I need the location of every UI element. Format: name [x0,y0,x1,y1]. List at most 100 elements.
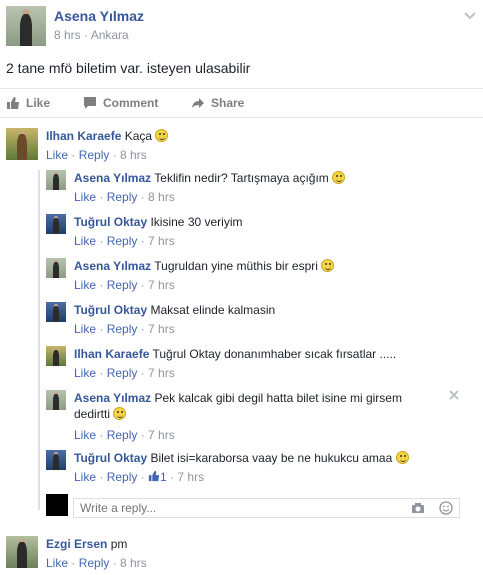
comment-text: Maksat elinde kalmasin [150,303,276,317]
comment-author[interactable]: Tuğrul Oktay [74,215,147,229]
comment-actions: Like · Reply · 7 hrs [74,366,175,380]
avatar[interactable] [6,536,38,568]
smile-emoji-icon [332,171,346,184]
comment-body: Ezgi Ersen pm [46,536,127,552]
avatar[interactable] [46,302,66,322]
reply-input[interactable] [74,499,394,517]
comment-actions: Like · Reply · 8 hrs [74,190,175,204]
comment-like-link[interactable]: Like [74,470,96,484]
comment-author[interactable]: Tuğrul Oktay [74,451,147,465]
comment-text: pm [110,537,128,551]
avatar[interactable] [46,346,66,366]
comment-time[interactable]: 7 hrs [148,366,175,380]
comment-body: Tuğrul Oktay Ikisine 30 veriyim [74,214,424,230]
camera-icon[interactable] [411,501,425,515]
comment-time[interactable]: 7 hrs [148,234,175,248]
comment-author[interactable]: Ilhan Karaefe [46,129,121,143]
comment-author[interactable]: Tuğrul Oktay [74,303,147,317]
comment-like-link[interactable]: Like [74,322,96,336]
reply-comment: Tuğrul Oktay Bilet isi=karaborsa vaay be… [46,450,426,490]
post-author[interactable]: Asena Yılmaz [54,8,144,24]
like-count: 1 [160,470,167,484]
comment-reply-link[interactable]: Reply [107,428,138,442]
post-location[interactable]: Ankara [91,28,129,42]
comment-time[interactable]: 7 hrs [177,470,204,484]
comment-time[interactable]: 8 hrs [120,556,147,570]
avatar[interactable] [46,450,66,470]
comment-like-link[interactable]: Like [74,278,96,292]
avatar [46,494,68,516]
close-icon[interactable] [448,389,460,401]
avatar[interactable] [46,258,66,278]
reply-comment: Ilhan Karaefe Tuğrul Oktay donanımhaber … [46,346,426,386]
comment-reply-link[interactable]: Reply [107,366,138,380]
post-text: 2 tane mfö biletim var. isteyen ulasabil… [6,60,251,76]
comment-body: Tuğrul Oktay Maksat elinde kalmasin [74,302,424,318]
comment-like-link[interactable]: Like [74,234,96,248]
share-button[interactable]: Share [191,96,244,110]
comment-button[interactable]: Comment [83,96,158,110]
avatar[interactable] [46,214,66,234]
comment-text-continued: dedirtti [74,407,111,421]
comment-body: Asena Yılmaz Teklifin nedir? Tartışmaya … [74,170,424,186]
comment-body: Tuğrul Oktay Bilet isi=karaborsa vaay be… [74,450,424,466]
comment-actions: Like · Reply · 7 hrs [74,322,175,336]
comment-body: Asena Yılmaz Tugruldan yine müthis bir e… [74,258,424,274]
post-header: Asena Yılmaz 8 hrs · Ankara [6,6,477,48]
comment-text: Kaça [124,129,153,143]
emoji-icon[interactable] [439,501,453,515]
comment-actions: Like · Reply · 8 hrs [46,148,147,162]
reply-comment: Asena Yılmaz Tugruldan yine müthis bir e… [46,258,426,298]
comment-reply-link[interactable]: Reply [107,234,138,248]
smile-emoji-icon [395,451,409,464]
comment-author[interactable]: Asena Yılmaz [74,171,151,185]
thread-line [38,170,40,510]
comment-author[interactable]: Ezgi Ersen [46,537,107,551]
comment-like-link[interactable]: Like [74,428,96,442]
thumbs-up-icon [148,470,160,482]
comment-time[interactable]: 8 hrs [120,148,147,162]
comment-body: Asena Yılmaz Pek kalcak gibi degil hatta… [74,390,424,422]
share-label: Share [211,96,245,110]
comment-like-link[interactable]: Like [74,190,96,204]
comment-reply-link[interactable]: Reply [107,322,138,336]
comment-like-link[interactable]: Like [46,148,68,162]
reply-comment: Tuğrul Oktay Maksat elinde kalmasin Like … [46,302,426,342]
comment-time[interactable]: 7 hrs [148,428,175,442]
comment-actions: Like · Reply · 1 · 7 hrs [74,470,205,484]
post-time[interactable]: 8 hrs [54,28,81,42]
comment-like-link[interactable]: Like [74,366,96,380]
comment: Ilhan Karaefe Kaça Like · Reply · 8 hrs [6,128,476,168]
comment-text: Bilet isi=karaborsa vaay be ne hukukcu a… [150,451,393,465]
comment-author[interactable]: Ilhan Karaefe [74,347,149,361]
post-meta: 8 hrs · Ankara [54,28,129,42]
comment-text: Ikisine 30 veriyim [150,215,243,229]
comment-reply-link[interactable]: Reply [79,556,110,570]
like-icon [7,97,19,109]
smile-emoji-icon [155,129,169,142]
avatar[interactable] [46,390,66,410]
comment-reply-link[interactable]: Reply [107,190,138,204]
meta-separator: · [80,28,91,42]
like-label: Like [26,96,51,110]
comment-like-count[interactable]: 1 [148,470,167,484]
avatar[interactable] [6,128,38,160]
comment-author[interactable]: Asena Yılmaz [74,391,151,405]
like-button[interactable]: Like [6,96,50,110]
comment-like-link[interactable]: Like [46,556,68,570]
comment-time[interactable]: 8 hrs [148,190,175,204]
comment-actions: Like · Reply · 7 hrs [74,234,175,248]
comment-reply-link[interactable]: Reply [107,470,138,484]
comment-reply-link[interactable]: Reply [107,278,138,292]
avatar[interactable] [6,6,46,46]
comment-author[interactable]: Asena Yılmaz [74,259,151,273]
comment-body: Ilhan Karaefe Kaça [46,128,169,144]
comment-time[interactable]: 7 hrs [148,278,175,292]
comment-actions: Like · Reply · 8 hrs [46,556,147,570]
comment-time[interactable]: 7 hrs [148,322,175,336]
comment-reply-link[interactable]: Reply [79,148,110,162]
chevron-down-icon[interactable] [463,8,477,22]
reply-box[interactable] [73,498,460,518]
post-action-bar: Like Comment Share [0,88,483,118]
avatar[interactable] [46,170,66,190]
